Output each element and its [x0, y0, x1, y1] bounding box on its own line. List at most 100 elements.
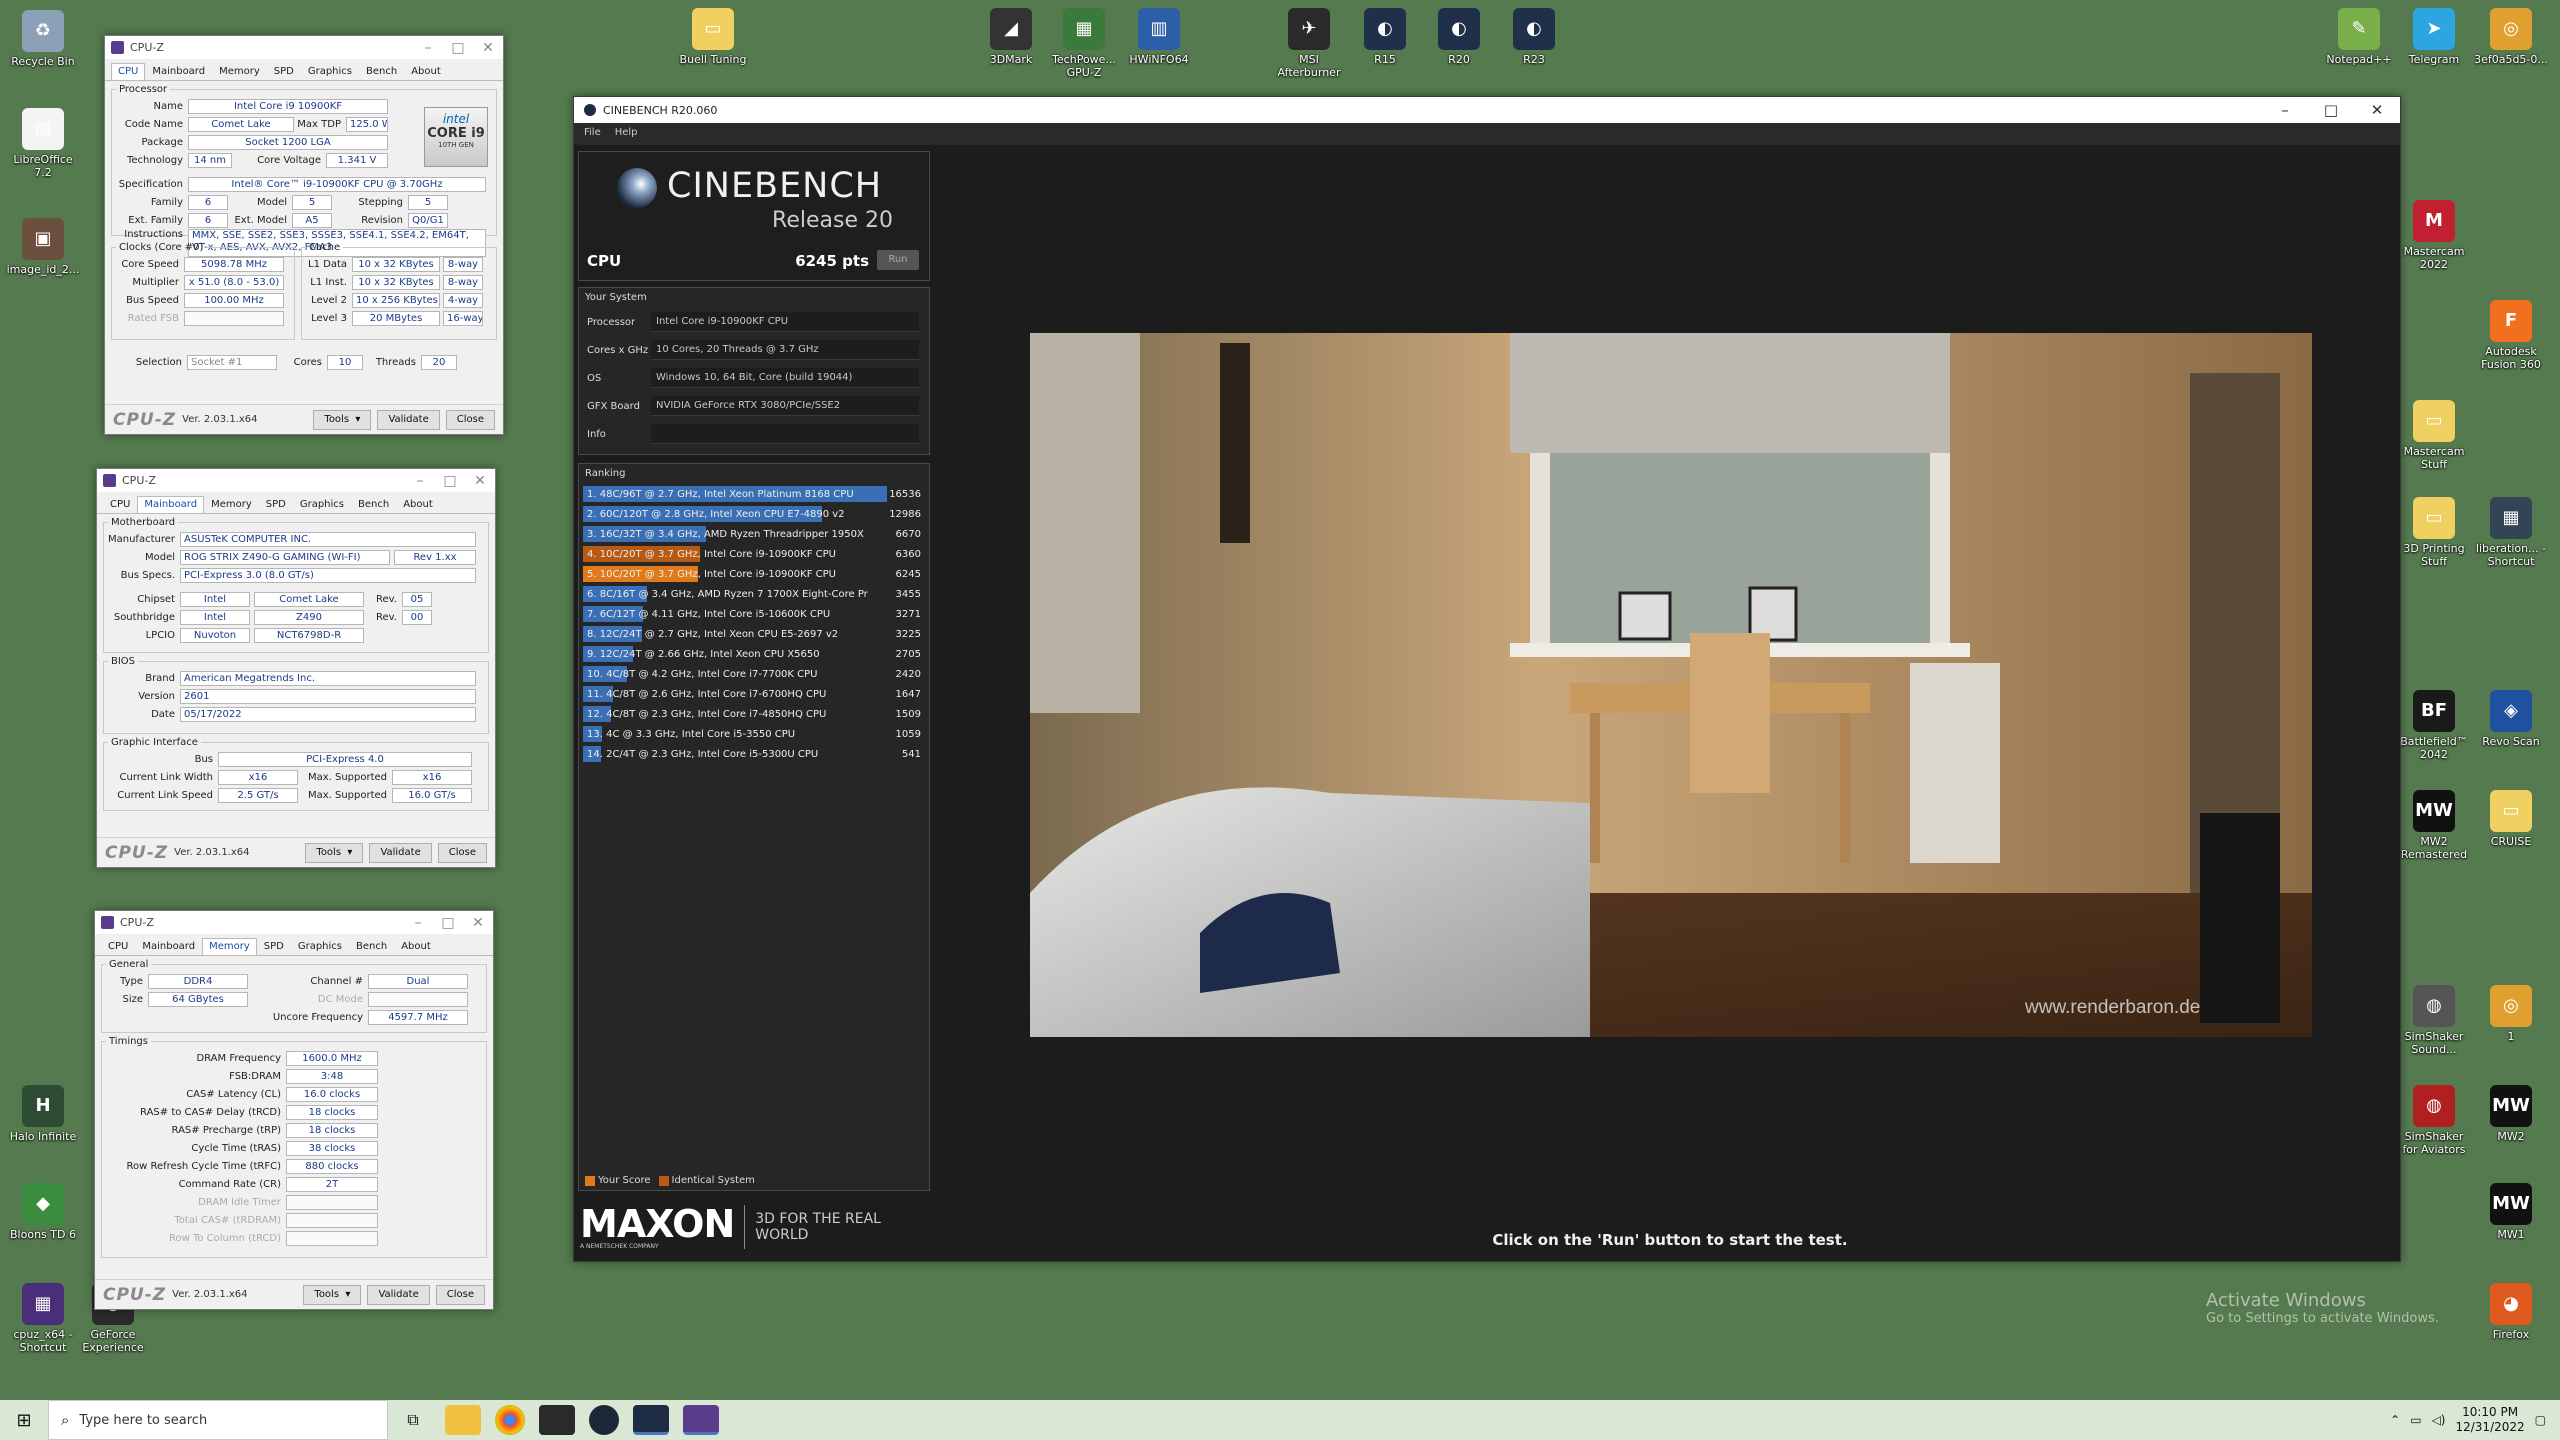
validate-button[interactable]: Validate: [377, 409, 440, 430]
desktop-icon[interactable]: ◎ 3ef0a5d5-0...: [2474, 8, 2548, 66]
taskbar-search[interactable]: ⌕ Type here to search: [48, 1400, 388, 1440]
maximize-icon[interactable]: □: [433, 915, 463, 931]
desktop-icon[interactable]: ◢ 3DMark: [974, 8, 1048, 66]
desktop-icon[interactable]: MW MW1: [2474, 1183, 2548, 1241]
cpuz-memory-window[interactable]: CPU-Z – □ ✕ CPU Mainboard Memory SPD Graphics B…: [94, 910, 494, 1310]
tab-memory[interactable]: Memory: [212, 63, 267, 80]
tab-spd[interactable]: SPD: [267, 63, 301, 80]
ranking-row[interactable]: 4. 10C/20T @ 3.7 GHz, Intel Core i9-1090…: [583, 544, 925, 564]
notification-icon[interactable]: ▢: [2535, 1413, 2546, 1427]
tab-mainboard[interactable]: Mainboard: [137, 496, 205, 513]
volume-icon[interactable]: ◁): [2432, 1413, 2446, 1427]
tools-button[interactable]: Tools ▾: [313, 409, 372, 430]
desktop-icon[interactable]: BF Battlefield™ 2042: [2397, 690, 2471, 761]
menu-file[interactable]: File: [584, 127, 601, 141]
chevron-up-icon[interactable]: ⌃: [2390, 1413, 2400, 1427]
ranking-row[interactable]: 8. 12C/24T @ 2.7 GHz, Intel Xeon CPU E5-…: [583, 624, 925, 644]
validate-button[interactable]: Validate: [367, 1284, 430, 1305]
desktop-icon[interactable]: ▭ CRUISE: [2474, 790, 2548, 848]
maximize-icon[interactable]: □: [2308, 101, 2354, 119]
tab-memory[interactable]: Memory: [202, 938, 257, 955]
desktop-icon[interactable]: ◐ R23: [1497, 8, 1571, 66]
desktop-icon[interactable]: MW MW2 Remastered: [2397, 790, 2471, 861]
desktop-icon[interactable]: ▭ 3D Printing Stuff: [2397, 497, 2471, 568]
desktop-icon[interactable]: ▦ liberation... - Shortcut: [2474, 497, 2548, 568]
network-icon[interactable]: ▭: [2410, 1413, 2421, 1427]
ranking-row[interactable]: 14. 2C/4T @ 2.3 GHz, Intel Core i5-5300U…: [583, 744, 925, 764]
close-button[interactable]: Close: [435, 1284, 485, 1305]
tab-about[interactable]: About: [396, 496, 440, 513]
desktop-icon[interactable]: ◕ Firefox: [2474, 1283, 2548, 1341]
tab-about[interactable]: About: [394, 938, 438, 955]
ranking-row[interactable]: 10. 4C/8T @ 4.2 GHz, Intel Core i7-7700K…: [583, 664, 925, 684]
title-bar[interactable]: CINEBENCH R20.060 – □ ✕: [574, 97, 2400, 123]
render-viewport[interactable]: www.renderbaron.de: [1030, 333, 2312, 1037]
tools-button[interactable]: Tools ▾: [303, 1284, 362, 1305]
maximize-icon[interactable]: □: [435, 473, 465, 489]
desktop-icon[interactable]: H Halo Infinite: [6, 1085, 80, 1143]
desktop-icon[interactable]: ✎ Notepad++: [2322, 8, 2396, 66]
desktop-icon[interactable]: ▣ image_id_2...: [6, 218, 80, 276]
tab-spd[interactable]: SPD: [259, 496, 293, 513]
tab-memory[interactable]: Memory: [204, 496, 259, 513]
desktop-icon[interactable]: ▤ LibreOffice 7.2: [6, 108, 80, 179]
desktop-icon[interactable]: ◍ SimShaker Sound...: [2397, 985, 2471, 1056]
maximize-icon[interactable]: □: [443, 40, 473, 56]
desktop-icon[interactable]: ✈ MSI Afterburner: [1272, 8, 1346, 79]
terminal-icon[interactable]: [539, 1405, 575, 1435]
desktop-icon[interactable]: ▦ cpuz_x64 - Shortcut: [6, 1283, 80, 1354]
run-button[interactable]: Run: [877, 250, 919, 270]
clock[interactable]: 10:10 PM 12/31/2022: [2455, 1405, 2524, 1435]
tab-mainboard[interactable]: Mainboard: [135, 938, 202, 955]
tab-about[interactable]: About: [404, 63, 448, 80]
cinebench-window[interactable]: CINEBENCH R20.060 – □ ✕ File Help CINEBENC…: [573, 96, 2401, 1262]
ranking-row[interactable]: 3. 16C/32T @ 3.4 GHz, AMD Ryzen Threadri…: [583, 524, 925, 544]
tools-button[interactable]: Tools ▾: [305, 842, 364, 863]
validate-button[interactable]: Validate: [369, 842, 432, 863]
cpuz-taskbar-icon[interactable]: [683, 1405, 719, 1435]
steam-icon[interactable]: [589, 1405, 619, 1435]
tab-graphics[interactable]: Graphics: [301, 63, 359, 80]
desktop-icon[interactable]: ◆ Bloons TD 6: [6, 1183, 80, 1241]
desktop-icon[interactable]: ▦ TechPowe... GPU-Z: [1047, 8, 1121, 79]
ranking-row[interactable]: 11. 4C/8T @ 2.6 GHz, Intel Core i7-6700H…: [583, 684, 925, 704]
desktop-icon[interactable]: ◈ Revo Scan: [2474, 690, 2548, 748]
tab-graphics[interactable]: Graphics: [293, 496, 351, 513]
ranking-row[interactable]: 9. 12C/24T @ 2.66 GHz, Intel Xeon CPU X5…: [583, 644, 925, 664]
ranking-row[interactable]: 6. 8C/16T @ 3.4 GHz, AMD Ryzen 7 1700X E…: [583, 584, 925, 604]
tab-cpu[interactable]: CPU: [101, 938, 135, 955]
close-icon[interactable]: ✕: [2354, 101, 2400, 119]
start-button[interactable]: ⊞: [0, 1400, 48, 1440]
close-button[interactable]: Close: [437, 842, 487, 863]
desktop-icon[interactable]: ▥ HWiNFO64: [1122, 8, 1196, 66]
tab-bench[interactable]: Bench: [349, 938, 394, 955]
tab-bench[interactable]: Bench: [359, 63, 404, 80]
desktop-icon[interactable]: ◍ SimShaker for Aviators: [2397, 1085, 2471, 1156]
tab-cpu[interactable]: CPU: [111, 63, 146, 80]
tab-cpu[interactable]: CPU: [103, 496, 137, 513]
desktop-icon[interactable]: ◎ 1: [2474, 985, 2548, 1043]
desktop-icon[interactable]: ◐ R15: [1348, 8, 1422, 66]
desktop-icon[interactable]: ▭ Buell Tuning: [676, 8, 750, 66]
desktop-icon[interactable]: MW MW2: [2474, 1085, 2548, 1143]
close-icon[interactable]: ✕: [465, 473, 495, 489]
ranking-row[interactable]: 12. 4C/8T @ 2.3 GHz, Intel Core i7-4850H…: [583, 704, 925, 724]
close-icon[interactable]: ✕: [463, 915, 493, 931]
minimize-icon[interactable]: –: [405, 473, 435, 489]
minimize-icon[interactable]: –: [413, 40, 443, 56]
desktop-icon[interactable]: ◐ R20: [1422, 8, 1496, 66]
tab-graphics[interactable]: Graphics: [291, 938, 349, 955]
cpuz-mainboard-window[interactable]: CPU-Z – □ ✕ CPU Mainboard Memory SPD Graphics B…: [96, 468, 496, 868]
close-button[interactable]: Close: [445, 409, 495, 430]
file-explorer-icon[interactable]: [445, 1405, 481, 1435]
chrome-icon[interactable]: [495, 1405, 525, 1435]
desktop-icon[interactable]: ▭ Mastercam Stuff: [2397, 400, 2471, 471]
title-bar[interactable]: CPU-Z – □ ✕: [95, 911, 493, 934]
title-bar[interactable]: CPU-Z – □ ✕: [105, 36, 503, 59]
close-icon[interactable]: ✕: [473, 40, 503, 56]
cinebench-taskbar-icon[interactable]: [633, 1405, 669, 1435]
tab-spd[interactable]: SPD: [257, 938, 291, 955]
socket-select[interactable]: Socket #1: [187, 354, 277, 370]
minimize-icon[interactable]: –: [2262, 101, 2308, 119]
desktop-icon[interactable]: ➤ Telegram: [2397, 8, 2471, 66]
